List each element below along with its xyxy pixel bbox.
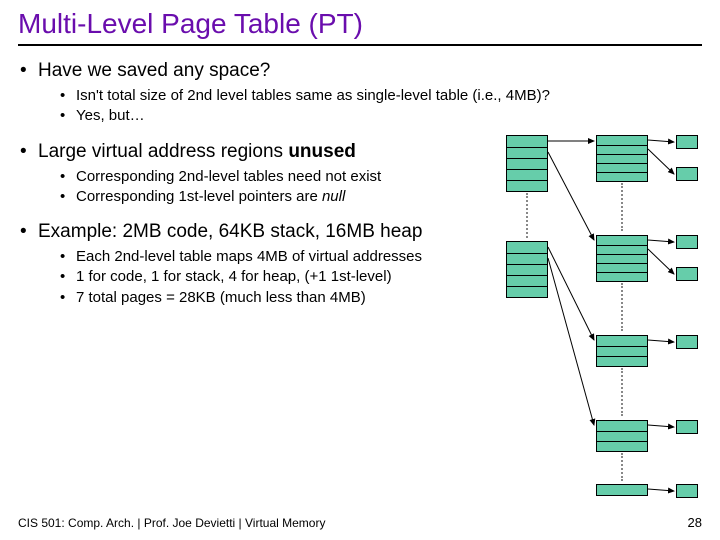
- page-table-diagram: [506, 135, 706, 515]
- bullet-1-sub: Isn't total size of 2nd level tables sam…: [38, 86, 702, 127]
- bullet-1b: Yes, but…: [60, 106, 702, 126]
- bullet-2-bold: unused: [288, 141, 356, 162]
- page-number: 28: [688, 515, 702, 530]
- slide: Multi-Level Page Table (PT) Have we save…: [0, 0, 720, 540]
- slide-footer: CIS 501: Comp. Arch. | Prof. Joe Deviett…: [18, 516, 325, 530]
- bullet-2b-italic: null: [322, 188, 345, 205]
- bullet-1a: Isn't total size of 2nd level tables sam…: [60, 86, 702, 106]
- bullet-1: Have we saved any space? Isn't total siz…: [18, 60, 702, 127]
- bullet-1-text: Have we saved any space?: [38, 60, 270, 81]
- bullet-2b-pre: Corresponding 1st-level pointers are: [76, 188, 322, 205]
- slide-title: Multi-Level Page Table (PT): [18, 8, 702, 46]
- diagram-arrows: [506, 135, 706, 515]
- bullet-3-text: Example: 2MB code, 64KB stack, 16MB heap: [38, 221, 422, 242]
- bullet-2-pre: Large virtual address regions: [38, 141, 288, 162]
